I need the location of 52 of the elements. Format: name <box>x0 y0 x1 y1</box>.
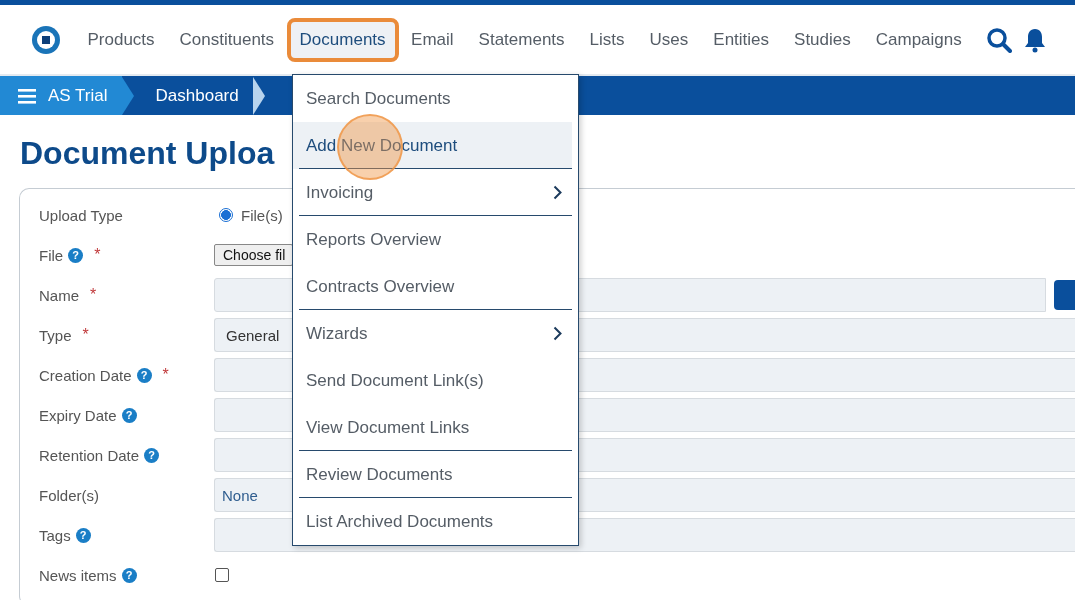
nav-tab[interactable]: Lists <box>577 19 638 60</box>
field-label: News items <box>39 566 117 584</box>
breadcrumb-label[interactable]: AS Trial <box>48 85 108 106</box>
nav-tab[interactable]: Uses <box>637 19 701 60</box>
breadcrumb-separator <box>121 76 134 115</box>
field-label: Retention Date <box>39 446 140 464</box>
nav-tab[interactable]: Documents <box>286 17 399 62</box>
bell-icon[interactable] <box>1024 26 1047 53</box>
menu-item[interactable]: Search Documents <box>293 75 572 122</box>
search-icon[interactable] <box>986 26 1013 53</box>
help-icon[interactable]: ? <box>75 527 91 543</box>
menu-item[interactable]: Send Document Link(s) <box>293 357 572 404</box>
required-marker: * <box>90 286 97 304</box>
logo-icon[interactable] <box>31 24 61 55</box>
page-title: Document Uploa <box>20 134 275 173</box>
radio-label: File(s) <box>241 206 283 224</box>
breadcrumb-separator <box>252 76 265 115</box>
required-marker: * <box>162 366 169 384</box>
required-marker: * <box>82 326 89 344</box>
help-icon[interactable]: ? <box>121 567 137 583</box>
help-icon[interactable]: ? <box>121 407 137 423</box>
menu-icon[interactable] <box>18 87 36 104</box>
checkbox[interactable] <box>215 568 229 582</box>
menu-item[interactable]: View Document Links <box>293 404 572 451</box>
help-icon[interactable]: ? <box>144 447 160 463</box>
field-label: Creation Date <box>39 366 132 384</box>
menu-item[interactable]: Invoicing <box>293 169 572 216</box>
radio-button[interactable] <box>219 208 233 222</box>
field-label: File <box>39 246 64 264</box>
breadcrumb-link[interactable]: AS Trial <box>0 76 122 115</box>
field-label: Tags <box>39 526 71 544</box>
menu-item[interactable]: Contracts Overview <box>293 263 572 310</box>
field-label: Name <box>39 286 79 304</box>
nav-tab[interactable]: Email <box>398 19 467 60</box>
field-label: Type <box>39 326 72 344</box>
choose-file-button[interactable]: Choose fil <box>214 244 293 266</box>
nav-tab[interactable]: Constituents <box>167 19 287 60</box>
chevron-right-icon <box>553 326 562 341</box>
nav-tab[interactable]: Entities <box>700 19 782 60</box>
nav-tab[interactable]: Products <box>75 19 168 60</box>
nav-tab[interactable]: Statements <box>466 19 578 60</box>
help-icon[interactable]: ? <box>136 367 152 383</box>
field-label: Upload Type <box>39 206 123 224</box>
breadcrumb-link[interactable]: Dashboard <box>133 76 253 115</box>
required-marker: * <box>94 246 101 264</box>
nav-tab[interactable]: Campaigns <box>863 19 975 60</box>
nav-tab[interactable]: Studies <box>781 19 864 60</box>
field-label: Expiry Date <box>39 406 117 424</box>
chevron-right-icon <box>553 185 562 200</box>
menu-item[interactable]: Reports Overview <box>293 216 572 263</box>
help-icon[interactable]: ? <box>68 247 84 263</box>
field-label: Folder(s) <box>39 486 99 504</box>
